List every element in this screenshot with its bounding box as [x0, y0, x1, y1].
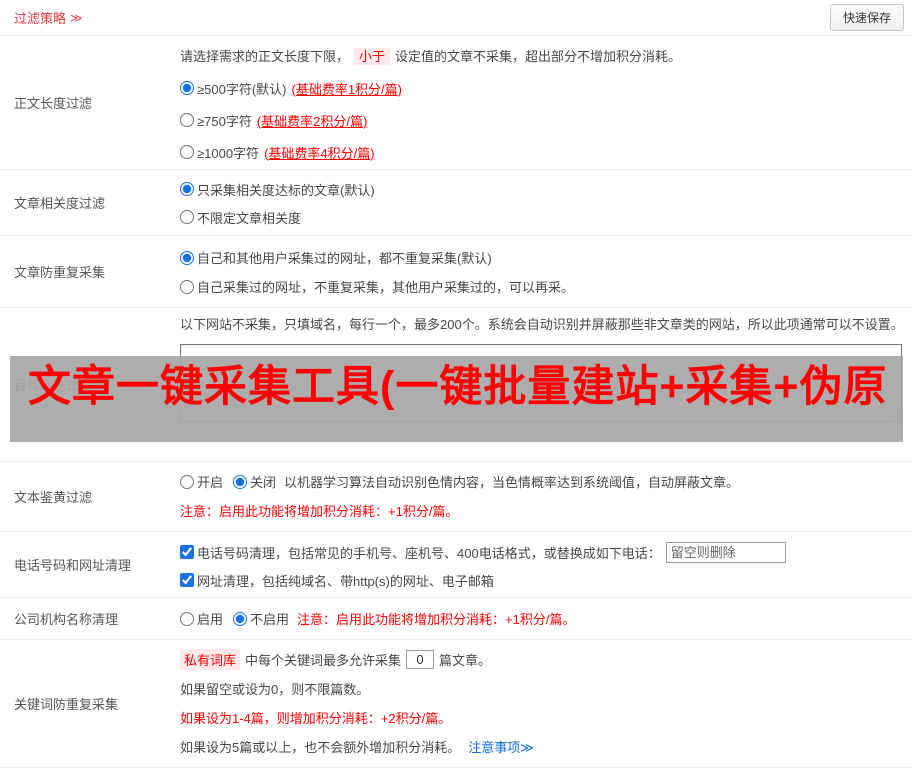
phone-cleanup-checkbox[interactable] — [180, 545, 194, 559]
keyword-line1-post: 篇文章。 — [439, 653, 492, 668]
option-label: 只采集相关度达标的文章(默认) — [197, 182, 375, 198]
row-body-length-filter: 正文长度过滤 请选择需求的正文长度下限， 小于 设定值的文章不采集，超出部分不增加积… — [0, 36, 912, 170]
radio-porn-off[interactable] — [233, 474, 248, 489]
option-label: 自己采集过的网址，不重复采集，其他用户采集过的，可以再采。 — [197, 280, 575, 295]
keyword-line4: 如果设为5篇或以上，也不会额外增加积分消耗。 — [180, 740, 461, 755]
keyword-cost-note: 如果设为1-4篇，则增加积分消耗：+2积分/篇。 — [180, 711, 452, 726]
option-label: 不限定文章相关度 — [197, 210, 302, 226]
max-collect-count-input[interactable] — [406, 650, 435, 669]
option-label: 电话号码清理，包括常见的手机号、座机号、400电话格式，或替换成如下电话： — [197, 545, 661, 561]
porn-filter-cost-note: 注意：启用此功能将增加积分消耗：+1积分/篇。 — [180, 504, 459, 519]
row-label-porn-filter: 文本鉴黄过滤 — [14, 490, 93, 505]
fee-note-1: (基础费率1积分/篇) — [291, 81, 402, 97]
notice-link[interactable]: 注意事项≫ — [468, 737, 534, 756]
option-label: ≥500字符(默认) — [197, 81, 287, 97]
radio-option-relevance-any[interactable]: 不限定文章相关度 — [180, 203, 904, 231]
radio-option-dedup-all-users[interactable]: 自己和其他用户采集过的网址，都不重复采集(默认) — [180, 243, 904, 272]
row-dedup-collection: 文章防重复采集 自己和其他用户采集过的网址，都不重复采集(默认) 自己采集过的网… — [0, 236, 912, 308]
row-company-name-cleanup: 公司机构名称清理 启用 不启用 注意：启用此功能将增加积分消耗：+1积分/篇。 — [0, 598, 912, 640]
fee-note-3: (基础费率4积分/篇) — [264, 145, 375, 161]
keyword-line1-mid: 中每个关键词最多允许采集 — [245, 653, 402, 668]
radio-option-relevance-strict[interactable]: 只采集相关度达标的文章(默认) — [180, 175, 904, 203]
fee-note-2: (基础费率2积分/篇) — [256, 113, 368, 129]
watermark-banner: 文章一键采集工具(一键批量建站+采集+伪原 — [10, 356, 903, 442]
option-label: 关闭 — [250, 475, 277, 490]
row-label-body-length: 正文长度过滤 — [14, 96, 93, 111]
checkbox-option-url-cleanup[interactable]: 网址清理，包括纯域名、带http(s)的网址、电子邮箱 — [180, 571, 494, 590]
row-label-company-name: 公司机构名称清理 — [14, 612, 119, 627]
radio-option-org-on[interactable]: 启用 — [180, 609, 223, 628]
intro-highlight-less-than: 小于 — [354, 48, 391, 65]
radio-750-chars[interactable] — [180, 113, 194, 127]
checkbox-option-phone-cleanup[interactable]: 电话号码清理，包括常见的手机号、座机号、400电话格式，或替换成如下电话： — [180, 543, 661, 562]
header: 过滤策略 ≫ 快速保存 — [0, 0, 912, 36]
row-relevance-filter: 文章相关度过滤 只采集相关度达标的文章(默认) 不限定文章相关度 — [0, 170, 912, 236]
phone-replace-input[interactable] — [665, 541, 786, 563]
radio-option-dedup-self-only[interactable]: 自己采集过的网址，不重复采集，其他用户采集过的，可以再采。 — [180, 272, 904, 301]
option-label: ≥750字符 — [197, 113, 252, 129]
quick-save-button[interactable]: 快速保存 — [829, 4, 904, 31]
intro-post: 设定值的文章不采集，超出部分不增加积分消耗。 — [395, 49, 682, 64]
option-label: 自己和其他用户采集过的网址，都不重复采集(默认) — [197, 251, 492, 266]
row-keyword-dedup: 关键词防重复采集 私有词库 中每个关键词最多允许采集 篇文章。 如果留空或设为0… — [0, 640, 912, 768]
row-porn-filter: 文本鉴黄过滤 开启 关闭 以机器学习算法自动识别色情内容，当色情概率达到系统阈值… — [0, 462, 912, 532]
option-label: 启用 — [197, 612, 224, 627]
radio-dedup-self-only[interactable] — [180, 279, 194, 294]
filter-strategy-page: 过滤策略 ≫ 快速保存 正文长度过滤 请选择需求的正文长度下限， 小于 设定值的文章… — [0, 0, 912, 768]
radio-dedup-all-users[interactable] — [180, 250, 194, 265]
radio-option-porn-off[interactable]: 关闭 — [233, 472, 276, 491]
target-site-desc: 以下网站不采集，只填域名，每行一个，最多200个。系统会自动识别并屏蔽那些非文章… — [180, 317, 904, 332]
row-label-phone-url: 电话号码和网址清理 — [14, 558, 132, 573]
porn-filter-desc: 以机器学习算法自动识别色情内容，当色情概率达到系统阈值，自动屏蔽文章。 — [284, 475, 740, 490]
radio-1000-chars[interactable] — [180, 145, 194, 159]
radio-porn-on[interactable] — [180, 474, 194, 489]
option-label: 不启用 — [250, 612, 290, 627]
radio-relevance-any[interactable] — [180, 210, 194, 224]
intro-pre: 请选择需求的正文长度下限， — [180, 49, 350, 64]
option-label: 开启 — [197, 475, 224, 490]
radio-500-chars[interactable] — [180, 81, 194, 95]
row-phone-url-cleanup: 电话号码和网址清理 电话号码清理，包括常见的手机号、座机号、400电话格式，或替… — [0, 532, 912, 598]
option-label: 网址清理，包括纯域名、带http(s)的网址、电子邮箱 — [197, 573, 494, 589]
radio-option-porn-on[interactable]: 开启 — [180, 472, 223, 491]
option-label: ≥1000字符 — [197, 145, 260, 161]
page-title-text: 过滤策略 — [14, 11, 67, 26]
private-lexicon-link[interactable]: 私有词库 — [180, 649, 241, 670]
keyword-line2: 如果留空或设为0，则不限篇数。 — [180, 682, 370, 697]
body-length-intro: 请选择需求的正文长度下限， 小于 设定值的文章不采集，超出部分不增加积分消耗。 — [180, 42, 904, 72]
radio-org-on[interactable] — [180, 611, 194, 626]
radio-option-500-chars[interactable]: ≥500字符(默认) (基础费率1积分/篇) — [180, 72, 904, 104]
watermark-text: 文章一键采集工具(一键批量建站+采集+伪原 — [28, 363, 888, 411]
chevron-down-icon: ≫ — [70, 10, 83, 25]
page-title[interactable]: 过滤策略 ≫ — [14, 8, 83, 27]
url-cleanup-checkbox[interactable] — [180, 573, 194, 587]
row-label-dedup: 文章防重复采集 — [14, 265, 106, 280]
radio-option-org-off[interactable]: 不启用 — [233, 609, 289, 628]
row-label-keyword-dedup: 关键词防重复采集 — [14, 697, 119, 712]
radio-option-750-chars[interactable]: ≥750字符 (基础费率2积分/篇) — [180, 104, 904, 136]
row-label-relevance: 文章相关度过滤 — [14, 196, 106, 211]
radio-org-off[interactable] — [233, 611, 248, 626]
org-cleanup-cost-note: 注意：启用此功能将增加积分消耗：+1积分/篇。 — [297, 612, 576, 627]
radio-relevance-strict[interactable] — [180, 182, 194, 196]
radio-option-1000-chars[interactable]: ≥1000字符 (基础费率4积分/篇) — [180, 136, 904, 168]
